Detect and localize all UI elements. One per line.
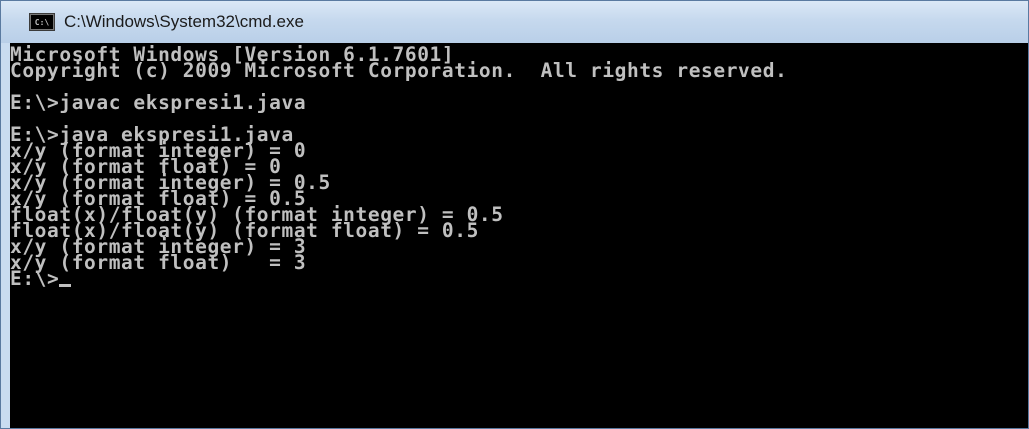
console-output[interactable]: Microsoft Windows [Version 6.1.7601] Cop… <box>10 43 1028 428</box>
text-cursor <box>59 284 72 287</box>
cmd-icon[interactable]: C:\ <box>29 13 55 31</box>
console-line: E:\>javac ekspresi1.java <box>10 91 307 114</box>
console-line: Copyright (c) 2009 Microsoft Corporation… <box>10 59 788 82</box>
console-line: x/y (format float) = 3 <box>10 251 307 274</box>
window-title: C:\Windows\System32\cmd.exe <box>64 12 304 31</box>
console-prompt: E:\> <box>10 267 60 290</box>
cmd-window[interactable]: C:\ C:\Windows\System32\cmd.exe Microsof… <box>0 0 1029 429</box>
title-bar[interactable]: C:\ C:\Windows\System32\cmd.exe <box>1 1 1028 43</box>
